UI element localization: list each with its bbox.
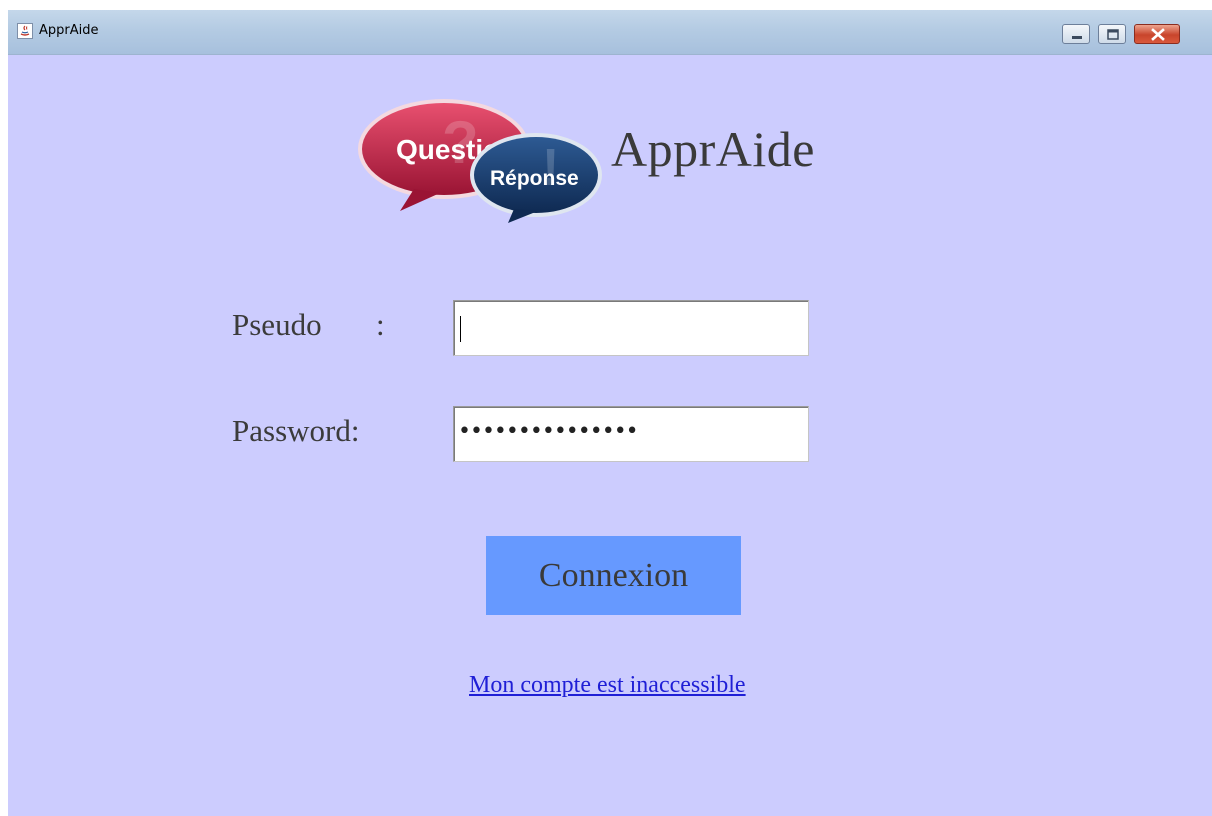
connexion-button[interactable]: Connexion: [486, 536, 741, 615]
minimize-button[interactable]: [1062, 24, 1090, 44]
maximize-button[interactable]: [1098, 24, 1126, 44]
password-input[interactable]: •••••••••••••••: [453, 406, 809, 462]
close-icon: [1151, 28, 1165, 41]
question-reponse-logo: Question ? ! Réponse: [352, 93, 604, 225]
text-cursor: [460, 316, 461, 342]
maximize-icon: [1107, 29, 1119, 40]
pseudo-label: Pseudo: [232, 307, 322, 342]
password-label: Password:: [232, 413, 360, 448]
java-app-icon: [17, 23, 33, 39]
logo-reponse-text: Réponse: [490, 167, 579, 190]
app-window: ApprAide Question ? ! Réponse ApprAide P…: [8, 10, 1212, 816]
close-button[interactable]: [1134, 24, 1180, 44]
pseudo-input[interactable]: [453, 300, 809, 356]
password-masked-value: •••••••••••••••: [458, 419, 639, 444]
window-title: ApprAide: [39, 23, 99, 38]
minimize-icon: [1072, 36, 1082, 39]
app-name-heading: ApprAide: [611, 121, 815, 177]
account-inaccessible-link[interactable]: Mon compte est inaccessible: [469, 672, 746, 699]
pseudo-colon: :: [376, 307, 385, 342]
title-bar[interactable]: ApprAide: [8, 10, 1212, 55]
